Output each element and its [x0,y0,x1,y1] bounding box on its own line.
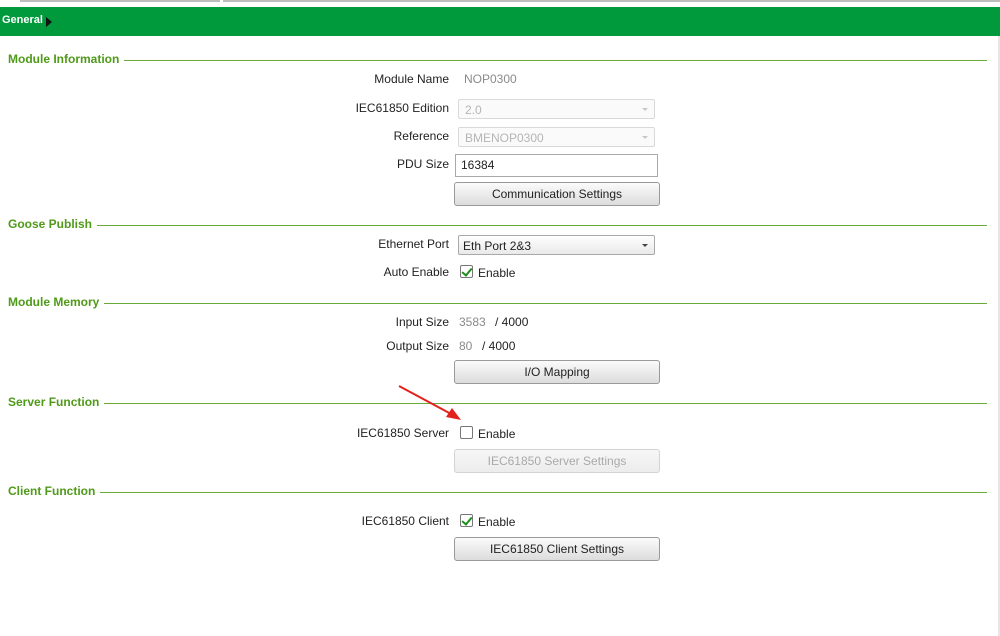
iec61850-server-label: IEC61850 Server [356,426,449,440]
reference-label: Reference [393,129,449,143]
iec61850-client-settings-button[interactable]: IEC61850 Client Settings [454,537,660,561]
chevron-down-icon [642,108,648,111]
top-tab-strip [0,0,1000,7]
input-size-label: Input Size [395,315,449,329]
section-divider [8,492,987,493]
communication-settings-button[interactable]: Communication Settings [454,182,660,206]
annotation-arrow-icon [398,385,461,420]
output-size-value: 80 [459,339,473,353]
input-size-max: / 4000 [495,315,529,329]
module-name-value: NOP0300 [464,72,517,86]
section-title: Module Memory [8,295,105,309]
edition-select[interactable]: 2.0 [458,99,655,119]
io-mapping-button[interactable]: I/O Mapping [454,360,660,384]
section-divider [8,303,987,304]
output-size-max: / 4000 [482,339,516,353]
output-size-label: Output Size [386,339,449,353]
chevron-down-icon [642,244,648,247]
iec61850-server-checkbox[interactable] [460,426,473,439]
edition-value: 2.0 [465,103,482,117]
header-bar: General [0,7,1000,36]
section-title: Goose Publish [8,217,98,231]
input-size-value: 3583 [459,315,486,329]
iec61850-client-checkbox[interactable] [460,514,473,527]
ethernet-port-label: Ethernet Port [378,237,449,251]
iec61850-server-settings-button[interactable]: IEC61850 Server Settings [454,449,660,473]
header-title[interactable]: General [2,14,43,26]
ethernet-port-value: Eth Port 2&3 [463,239,532,253]
edition-label: IEC61850 Edition [355,101,449,115]
auto-enable-checkbox-label[interactable]: Enable [478,266,515,280]
reference-value: BMENOP0300 [465,131,544,145]
pdu-size-input[interactable]: 16384 [455,154,658,177]
iec61850-client-label: IEC61850 Client [361,514,449,528]
iec61850-client-checkbox-label[interactable]: Enable [478,515,515,529]
section-divider [8,60,987,61]
chevron-right-icon[interactable] [46,17,52,27]
section-title: Module Information [8,52,125,66]
auto-enable-checkbox[interactable] [460,265,473,278]
reference-select[interactable]: BMENOP0300 [458,127,655,147]
section-divider [8,225,987,226]
pdu-size-label: PDU Size [396,157,449,171]
section-divider [8,403,987,404]
module-name-label: Module Name [374,72,449,86]
auto-enable-label: Auto Enable [383,265,449,279]
chevron-down-icon [642,136,648,139]
section-title: Server Function [8,395,105,409]
iec61850-server-checkbox-label[interactable]: Enable [478,427,515,441]
ethernet-port-select[interactable]: Eth Port 2&3 [458,235,655,255]
section-title: Client Function [8,484,101,498]
